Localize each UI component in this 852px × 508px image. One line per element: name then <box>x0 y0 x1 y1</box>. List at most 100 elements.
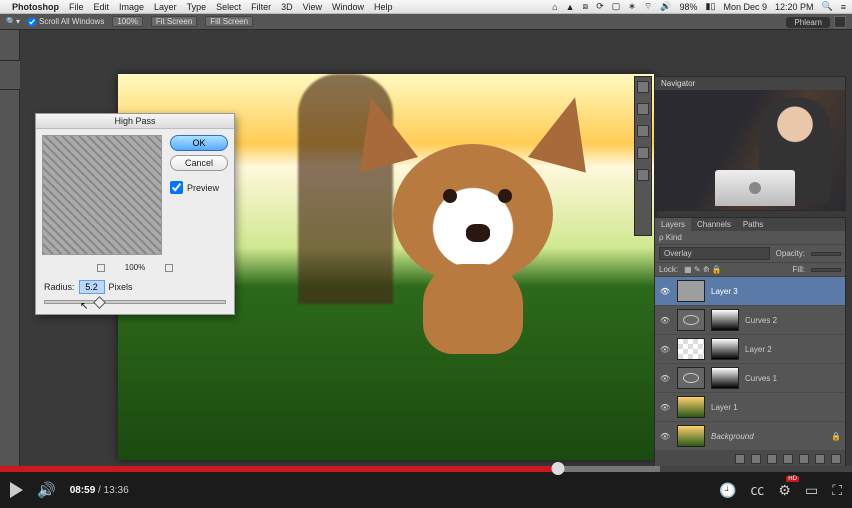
layer-mask-thumb[interactable] <box>711 367 739 389</box>
layer-name[interactable]: Layer 2 <box>745 345 841 354</box>
sync-icon[interactable]: ⟳ <box>596 1 604 12</box>
layer-name[interactable]: Curves 1 <box>745 374 841 383</box>
visibility-icon[interactable]: 👁 <box>659 432 671 441</box>
layer-name[interactable]: Layer 1 <box>711 403 841 412</box>
menu-image[interactable]: Image <box>119 2 144 12</box>
layer-name[interactable]: Layer 3 <box>711 287 841 296</box>
menu-select[interactable]: Select <box>216 2 241 12</box>
layer-thumb[interactable] <box>677 367 705 389</box>
trash-icon[interactable] <box>831 454 841 464</box>
layer-mask-thumb[interactable] <box>711 309 739 331</box>
scroll-all-checkbox[interactable]: Scroll All Windows <box>28 17 104 26</box>
fit-screen-button[interactable]: Fit Screen <box>151 16 197 27</box>
tab-layers[interactable]: Layers <box>655 218 691 231</box>
fill-label: Fill: <box>793 265 805 274</box>
notifications-icon[interactable]: ≡ <box>841 2 846 12</box>
app-name[interactable]: Photoshop <box>12 2 59 12</box>
layer-fx-icon[interactable] <box>751 454 761 464</box>
watch-later-icon[interactable]: 🕘 <box>719 482 736 499</box>
layer-mask-thumb[interactable] <box>711 338 739 360</box>
play-button[interactable] <box>10 482 23 498</box>
layer-name[interactable]: Curves 2 <box>745 316 841 325</box>
layer-list: 👁 Layer 3 👁 Curves 2 👁 Layer 2 👁 Curves 1 👁 Layer… <box>655 277 845 451</box>
zoom-dropdown[interactable]: 100% <box>112 16 142 27</box>
theater-mode-icon[interactable]: ▭ <box>805 482 818 499</box>
layer-mask-icon[interactable] <box>767 454 777 464</box>
account-chip[interactable]: Phlearn <box>786 17 830 28</box>
layer-thumb[interactable] <box>677 338 705 360</box>
workspace-switcher[interactable]: Phlearn <box>786 14 846 30</box>
menu-layer[interactable]: Layer <box>154 2 177 12</box>
layer-thumb[interactable] <box>677 309 705 331</box>
history-icon[interactable] <box>637 81 649 93</box>
navigator-tab[interactable]: Navigator <box>655 77 845 90</box>
zoom-out-button[interactable] <box>97 264 105 272</box>
tool-bar[interactable] <box>0 30 20 466</box>
volume-icon[interactable]: 🔊 <box>37 481 56 499</box>
cloud-icon[interactable]: ▲ <box>566 2 575 12</box>
menu-file[interactable]: File <box>69 2 84 12</box>
layer-row[interactable]: 👁 Layer 3 <box>655 277 845 306</box>
menu-type[interactable]: Type <box>187 2 207 12</box>
zoom-in-button[interactable] <box>165 264 173 272</box>
layer-thumb[interactable] <box>677 280 705 302</box>
battery-icon[interactable]: ▮▯ <box>706 1 716 12</box>
swatches-icon[interactable] <box>637 103 649 115</box>
visibility-icon[interactable]: 👁 <box>659 403 671 412</box>
layer-row[interactable]: 👁 Curves 1 <box>655 364 845 393</box>
new-layer-icon[interactable] <box>815 454 825 464</box>
cancel-button[interactable]: Cancel <box>170 155 228 171</box>
radius-slider[interactable] <box>44 300 226 304</box>
menu-3d[interactable]: 3D <box>281 2 293 12</box>
fill-input[interactable] <box>811 268 841 272</box>
layer-thumb[interactable] <box>677 425 705 447</box>
visibility-icon[interactable]: 👁 <box>659 374 671 383</box>
link-layers-icon[interactable] <box>735 454 745 464</box>
visibility-icon[interactable]: 👁 <box>659 287 671 296</box>
ok-button[interactable]: OK <box>170 135 228 151</box>
progress-bar[interactable] <box>0 466 852 472</box>
progress-handle[interactable] <box>552 462 565 475</box>
tab-paths[interactable]: Paths <box>737 218 769 231</box>
tab-channels[interactable]: Channels <box>691 218 737 231</box>
visibility-icon[interactable]: 👁 <box>659 316 671 325</box>
layer-row[interactable]: 👁 Layer 1 <box>655 393 845 422</box>
layer-thumb[interactable] <box>677 396 705 418</box>
adjustment-layer-icon[interactable] <box>783 454 793 464</box>
spotlight-icon[interactable]: 🔍 <box>822 1 833 12</box>
visibility-icon[interactable]: 👁 <box>659 345 671 354</box>
layer-row[interactable]: 👁 Curves 2 <box>655 306 845 335</box>
cc-icon[interactable]: ⌂ <box>552 2 557 12</box>
radius-input[interactable] <box>79 280 105 294</box>
layer-row[interactable]: 👁Background🔒 <box>655 422 845 451</box>
menu-window[interactable]: Window <box>332 2 364 12</box>
fill-screen-button[interactable]: Fill Screen <box>205 16 253 27</box>
bluetooth-icon[interactable]: ∗ <box>628 1 636 12</box>
display-icon[interactable]: ▢ <box>612 1 621 12</box>
menu-filter[interactable]: Filter <box>251 2 271 12</box>
blend-mode-select[interactable]: Overlay <box>659 247 770 260</box>
time-display: 08:59 / 13:36 <box>70 485 129 496</box>
workspace-menu-icon[interactable] <box>834 16 846 28</box>
menu-help[interactable]: Help <box>374 2 393 12</box>
dropbox-icon[interactable]: ⧈ <box>583 1 589 12</box>
fullscreen-icon[interactable]: ⛶ <box>832 482 842 499</box>
captions-icon[interactable]: ㏄ <box>750 480 764 500</box>
tool-preset-icon[interactable]: 🔍▾ <box>6 17 20 26</box>
settings-icon[interactable]: ⚙HD <box>778 482 791 499</box>
character-icon[interactable] <box>637 125 649 137</box>
opacity-input[interactable] <box>811 252 841 256</box>
lock-icons[interactable]: ▦ ✎ ⟰ 🔒 <box>684 265 722 274</box>
filter-preview[interactable] <box>42 135 162 255</box>
volume-icon[interactable]: 🔊 <box>660 1 671 12</box>
preview-checkbox[interactable]: Preview <box>170 181 228 194</box>
brush-icon[interactable] <box>637 169 649 181</box>
menu-view[interactable]: View <box>303 2 322 12</box>
menu-edit[interactable]: Edit <box>94 2 110 12</box>
paragraph-icon[interactable] <box>637 147 649 159</box>
layer-row[interactable]: 👁 Layer 2 <box>655 335 845 364</box>
collapsed-panel-dock[interactable] <box>634 76 652 236</box>
layer-group-icon[interactable] <box>799 454 809 464</box>
layer-name[interactable]: Background <box>711 432 825 441</box>
wifi-icon[interactable]: ⌔ <box>644 1 652 12</box>
